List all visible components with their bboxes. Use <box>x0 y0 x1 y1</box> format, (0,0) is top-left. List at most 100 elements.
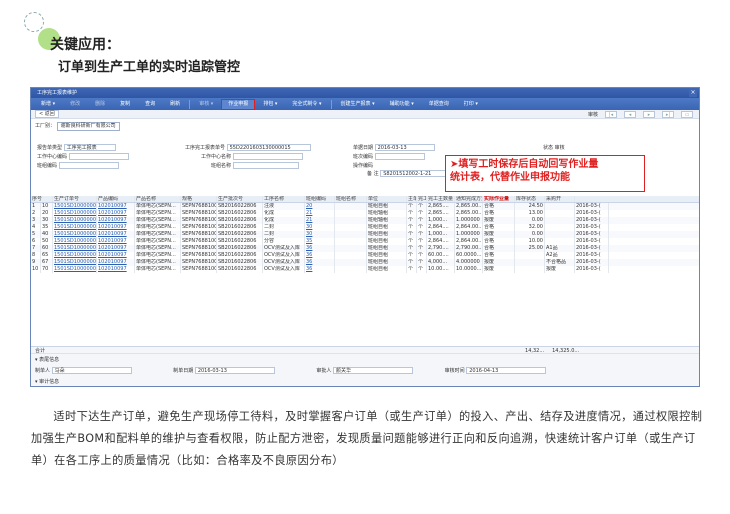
table-cell[interactable]: 21 <box>305 210 335 217</box>
grid-header-cell[interactable]: 完工主数量 <box>427 196 455 202</box>
doc-date-field[interactable]: 2016-03-13 <box>374 144 435 151</box>
table-cell[interactable]: 1501SD1000000/1 <box>53 224 97 231</box>
table-cell[interactable]: 102010097 <box>97 224 135 231</box>
toolbar-button-5[interactable]: 刷新 <box>164 100 186 109</box>
table-cell[interactable]: 1501SD1000000/1 <box>53 259 97 266</box>
close-icon[interactable]: × <box>689 89 697 97</box>
back-button[interactable]: < 返回 <box>35 110 59 118</box>
toolbar-button-9[interactable]: 完全式制令 ▾ <box>286 100 327 109</box>
auditor-field[interactable]: 颜关华 <box>333 367 414 374</box>
table-row[interactable]: 3 30 1501SD1000000/1 102010097 单体电芯(SEPN... S… <box>31 217 699 224</box>
report-type-field[interactable]: 工序完工报表 <box>63 144 116 151</box>
grid-header-cell[interactable]: 产品编码 <box>97 196 135 202</box>
team-code-field[interactable] <box>58 162 119 169</box>
nav-first-icon[interactable]: |◂ <box>605 111 617 118</box>
toolbar-button-1[interactable]: 修改 <box>64 100 86 109</box>
table-row[interactable]: 7 60 1501SD1000000/1 102010097 单体电芯(SEPN... S… <box>31 245 699 252</box>
remark-field[interactable]: S8201512002-1-21 <box>380 170 447 177</box>
audit-date-field[interactable]: 2016-04-13 <box>466 367 547 374</box>
grid-header-cell[interactable]: 班组编码 <box>305 196 335 202</box>
toolbar-button-10[interactable]: 创建生产报表 ▾ <box>335 100 381 109</box>
grid-header-cell[interactable]: 规格 <box>181 196 217 202</box>
toolbar-button-11[interactable]: 辅助功能 ▾ <box>384 100 420 109</box>
toolbar-button-0[interactable]: 新增 ▾ <box>35 100 61 109</box>
wc-name-field[interactable] <box>232 153 303 160</box>
grid-header-cell[interactable]: 班组名称 <box>335 196 367 202</box>
table-cell[interactable]: 1501SD1000000/1 <box>53 231 97 238</box>
make-date-field[interactable]: 2016-03-13 <box>194 367 275 374</box>
table-cell[interactable]: 1501SD1000000/1 <box>53 210 97 217</box>
grid-header-cell[interactable]: 采购开 <box>545 196 575 202</box>
table-cell[interactable]: 102010097 <box>97 210 135 217</box>
workshop-field[interactable]: 谢斯良科研新厂有限公司 <box>56 122 120 131</box>
table-cell[interactable]: 20 <box>305 203 335 210</box>
grid-header-cell[interactable]: 实际作业量 <box>483 196 515 202</box>
table-cell[interactable]: 21 <box>305 217 335 224</box>
grid-header-cell[interactable]: 通知完成方式 <box>455 196 483 202</box>
table-cell[interactable]: 36 <box>305 245 335 252</box>
nav-prev-icon[interactable]: ◂ <box>624 111 636 118</box>
table-cell[interactable]: 35 <box>305 238 335 245</box>
table-cell[interactable]: 36 <box>305 259 335 266</box>
table-cell[interactable]: 102010097 <box>97 259 135 266</box>
table-cell: 班组自租 <box>367 252 407 259</box>
toolbar-button-12[interactable]: 单据查询 <box>423 100 455 109</box>
grid-header-cell[interactable]: 序号 <box>31 196 53 202</box>
table-cell[interactable]: 1501SD1000000/1 <box>53 217 97 224</box>
table-cell[interactable]: 1501SD1000000/1 <box>53 238 97 245</box>
toolbar-button-13[interactable]: 打印 ▾ <box>458 100 484 109</box>
table-cell[interactable]: 1501SD1000000/1 <box>53 266 97 273</box>
toolbar-button-8[interactable]: 排包 ▾ <box>257 100 283 109</box>
table-cell[interactable]: 1501SD1000000/1 <box>53 245 97 252</box>
table-cell[interactable]: 1501SD1000000/1 <box>53 252 97 259</box>
doc-no-field[interactable]: 55D2201603130000015 <box>226 144 311 151</box>
shift-code-field[interactable] <box>374 153 425 160</box>
table-cell: 2,865.00... <box>456 203 483 210</box>
table-cell: 2016-03-( <box>575 259 609 266</box>
table-cell: 个 <box>417 259 427 266</box>
table-row[interactable]: 1 10 1501SD1000000/1 102010097 单体电芯(SEPN... S… <box>31 203 699 210</box>
table-row[interactable]: 8 65 1501SD1000000/1 102010097 单体电芯(SEPN... S… <box>31 252 699 259</box>
toolbar-button-6[interactable]: 审核 ▾ <box>193 100 219 109</box>
table-cell[interactable]: 102010097 <box>97 231 135 238</box>
grid-header-cell[interactable]: 生产订单号 <box>53 196 97 202</box>
toolbar-button-7[interactable]: 作业申报 <box>221 98 256 110</box>
table-info-header[interactable]: ▾ 表尾信息 <box>31 354 699 365</box>
grid-header-cell[interactable]: 产品名称 <box>135 196 181 202</box>
toolbar-button-3[interactable]: 复制 <box>114 100 136 109</box>
table-row[interactable]: 5 40 1501SD1000000/1 102010097 单体电芯(SEPN... S… <box>31 231 699 238</box>
table-cell[interactable]: 102010097 <box>97 238 135 245</box>
toolbar-button-4[interactable]: 查询 <box>139 100 161 109</box>
grid-header-cell[interactable]: 库存状态 <box>515 196 545 202</box>
table-cell[interactable]: 36 <box>305 252 335 259</box>
table-cell[interactable]: 102010097 <box>97 266 135 273</box>
work-center-field[interactable] <box>68 153 129 160</box>
table-row[interactable]: 4 35 1501SD1000000/1 102010097 单体电芯(SEPN... S… <box>31 224 699 231</box>
toolbar-button-2[interactable]: 删除 <box>89 100 111 109</box>
table-cell[interactable]: 1501SD1000000/1 <box>53 203 97 210</box>
grid-header-cell[interactable]: 生产批次号 <box>217 196 263 202</box>
table-cell: 个 <box>417 210 427 217</box>
table-cell[interactable]: 102010097 <box>97 217 135 224</box>
window-icon[interactable]: ▭ <box>681 111 693 118</box>
table-row[interactable]: 10 70 1501SD1000000/1 102010097 单体电芯(SEPN...… <box>31 266 699 273</box>
table-cell[interactable]: 102010097 <box>97 245 135 252</box>
grid-header-cell[interactable]: 主单位 <box>407 196 417 202</box>
table-cell[interactable]: 102010097 <box>97 203 135 210</box>
table-cell[interactable]: 30 <box>305 231 335 238</box>
table-cell[interactable]: 36 <box>305 266 335 273</box>
table-row[interactable]: 6 50 1501SD1000000/1 102010097 单体电芯(SEPN... S… <box>31 238 699 245</box>
grid-header-cell[interactable]: 工序名称 <box>263 196 305 202</box>
table-row[interactable]: 2 20 1501SD1000000/1 102010097 单体电芯(SEPN... S… <box>31 210 699 217</box>
audit-info-header[interactable]: ▾ 审计信息 <box>31 376 699 386</box>
table-row[interactable]: 9 67 1501SD1000000/1 102010097 单体电芯(SEPN... S… <box>31 259 699 266</box>
grid-header-cell[interactable]: 完工主数量 <box>417 196 427 202</box>
table-cell[interactable]: 30 <box>305 224 335 231</box>
nav-last-icon[interactable]: ▸| <box>662 111 674 118</box>
table-cell: 单体电芯(SEPN... <box>135 224 181 231</box>
nav-next-icon[interactable]: ▸ <box>643 111 655 118</box>
team-name-field[interactable] <box>232 162 299 169</box>
table-cell[interactable]: 102010097 <box>97 252 135 259</box>
grid-header-cell[interactable]: 单位 <box>367 196 407 202</box>
maker-field[interactable]: 马朵 <box>51 367 132 374</box>
